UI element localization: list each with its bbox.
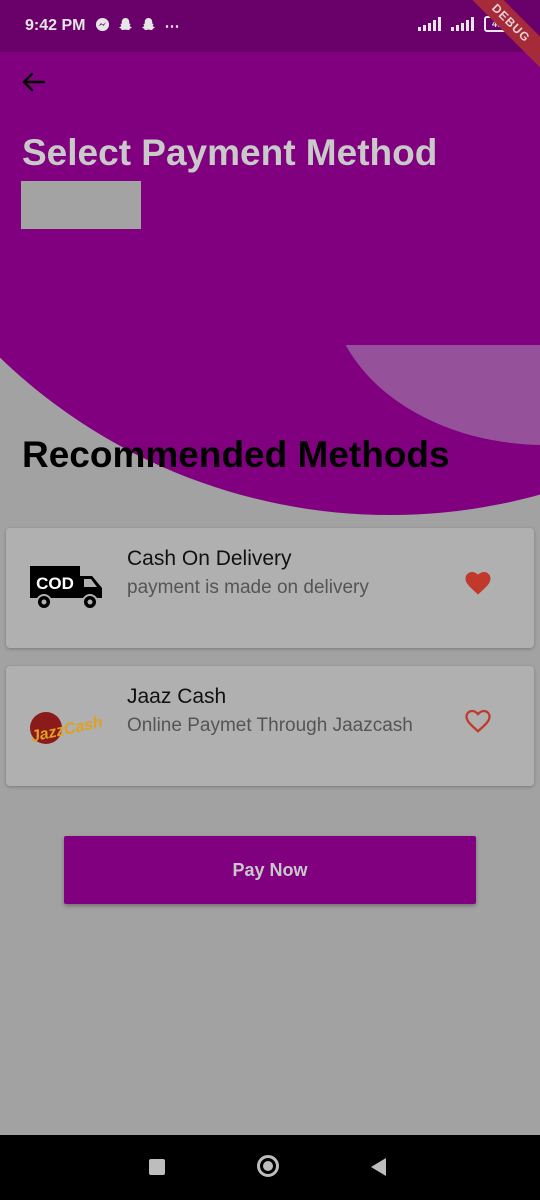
section-title: Recommended Methods [22, 434, 450, 475]
payment-option-subtitle: Online Paymet Through Jaazcash [127, 715, 413, 736]
accent-background-shape [330, 345, 540, 445]
payment-option-subtitle: payment is made on delivery [127, 577, 369, 598]
system-back-button[interactable] [371, 1158, 386, 1176]
snapchat-icon [141, 17, 156, 36]
arrow-left-icon [18, 72, 50, 102]
image-placeholder [21, 181, 141, 229]
payment-option-cash-on-delivery[interactable]: COD Cash On Delivery payment is made on … [6, 528, 534, 648]
back-button[interactable] [18, 66, 50, 98]
home-button[interactable] [257, 1155, 279, 1177]
status-time: 9:42 PM [25, 17, 86, 34]
cod-truck-icon: COD [28, 562, 106, 614]
status-bar: 9:42 PM ⋯ 46 DEBUG [0, 0, 540, 77]
page-title: Select Payment Method [22, 132, 438, 173]
heart-filled-icon[interactable] [463, 568, 497, 598]
pay-now-button[interactable]: Pay Now [64, 836, 476, 904]
payment-option-title: Cash On Delivery [127, 547, 292, 570]
more-icon: ⋯ [164, 18, 180, 35]
notification-icons: ⋯ [95, 17, 179, 36]
payment-method-screen: 9:42 PM ⋯ 46 DEBUG [0, 0, 540, 1135]
signal-icon [451, 17, 474, 31]
jazzcash-logo: JazzCash [28, 700, 106, 752]
payment-option-jazz-cash[interactable]: JazzCash Jaaz Cash Online Paymet Through… [6, 666, 534, 786]
heart-outline-icon[interactable] [463, 706, 497, 736]
system-navigation-bar [0, 1135, 540, 1200]
messenger-icon [95, 17, 110, 36]
snapchat-icon [118, 17, 133, 36]
signal-icon [418, 17, 441, 31]
payment-option-title: Jaaz Cash [127, 685, 227, 708]
cod-logo-text: COD [36, 574, 74, 593]
recent-apps-button[interactable] [149, 1159, 165, 1175]
